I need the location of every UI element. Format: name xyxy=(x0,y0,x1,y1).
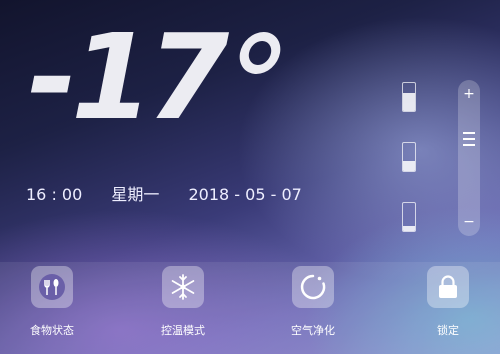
degree-icon xyxy=(236,32,284,74)
lock-icon[interactable] xyxy=(427,266,469,308)
level-medium-icon xyxy=(402,142,416,172)
weekday-text: 星期一 xyxy=(111,185,160,204)
bottom-toolbar: 食物状态 控温模式 空气净化 锁定 xyxy=(0,262,500,354)
temperature-display: -17 xyxy=(28,8,229,146)
air-purify-icon[interactable] xyxy=(292,266,334,308)
slider-thumb[interactable] xyxy=(463,132,475,150)
minus-icon[interactable]: − xyxy=(458,214,480,230)
toolbar-label: 食物状态 xyxy=(30,324,74,337)
level-high-icon xyxy=(402,82,416,112)
food-icon[interactable] xyxy=(31,266,73,308)
time-text: 16 : 00 xyxy=(26,185,83,204)
plus-icon[interactable]: + xyxy=(458,86,480,102)
fan-level-indicators xyxy=(402,82,418,234)
snowflake-icon[interactable] xyxy=(162,266,204,308)
toolbar-label: 锁定 xyxy=(437,324,459,337)
datetime-row: 16 : 00 星期一 2018 - 05 - 07 xyxy=(26,181,326,205)
level-low-icon xyxy=(402,202,416,232)
toolbar-label: 控温模式 xyxy=(161,324,205,337)
date-text: 2018 - 05 - 07 xyxy=(188,185,302,204)
toolbar-label: 空气净化 xyxy=(291,324,335,337)
level-slider[interactable]: + − xyxy=(458,80,480,236)
